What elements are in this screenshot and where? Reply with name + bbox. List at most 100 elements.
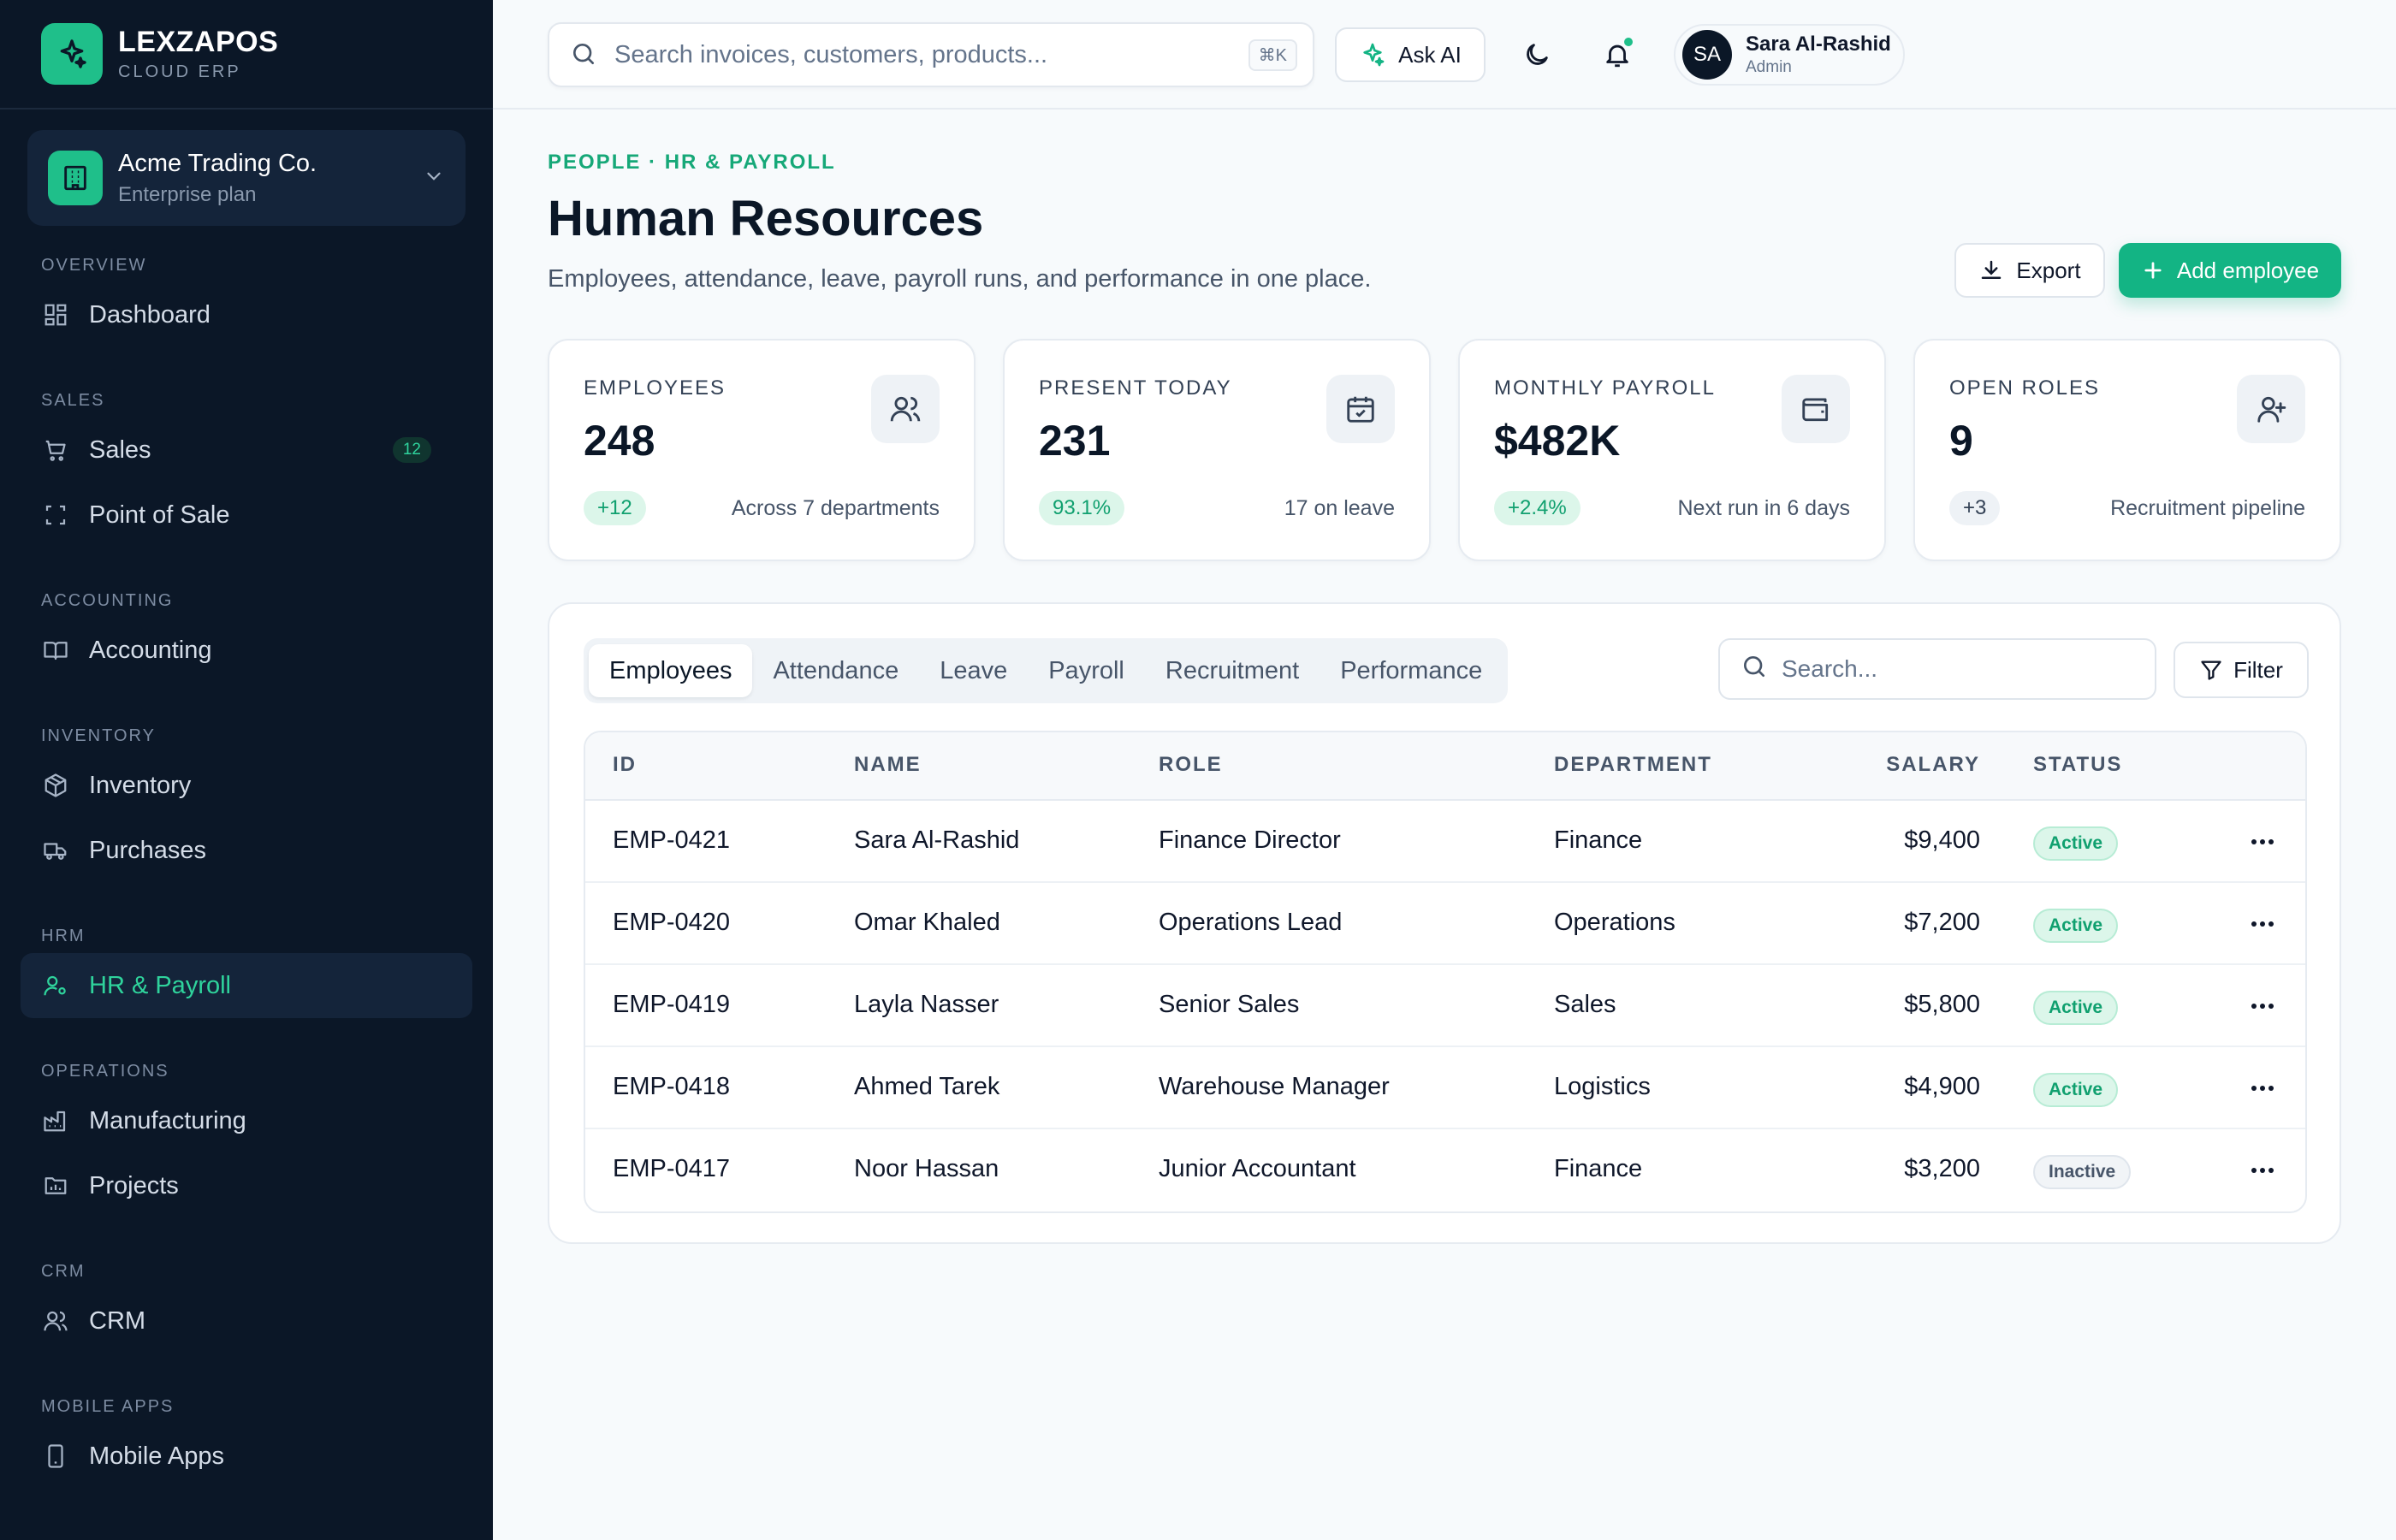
more-actions-icon[interactable] <box>2245 914 2280 934</box>
filter-icon <box>2201 660 2221 680</box>
sidebar-item-purchases[interactable]: Purchases <box>21 818 472 883</box>
cell-name: Noor Hassan <box>854 1155 999 1182</box>
kpi-note: Across 7 departments <box>731 496 940 520</box>
sidebar-item-accounting[interactable]: Accounting <box>21 618 472 683</box>
tab-payroll[interactable]: Payroll <box>1028 644 1145 697</box>
column-header-department[interactable]: DEPARTMENT <box>1554 753 1712 777</box>
sidebar-item-manufacturing[interactable]: Manufacturing <box>21 1088 472 1153</box>
sidebar-item-dashboard[interactable]: Dashboard <box>21 282 472 347</box>
org-name: Acme Trading Co. <box>118 149 317 177</box>
book-icon <box>41 636 70 665</box>
kpi-value: 231 <box>1039 417 1111 465</box>
kpi-label: PRESENT TODAY <box>1039 376 1232 400</box>
cell-salary: $4,900 <box>1904 1073 1980 1100</box>
more-actions-icon[interactable] <box>2245 1078 2280 1099</box>
topbar: Search invoices, customers, products... … <box>493 0 2396 110</box>
cell-id: EMP-0418 <box>613 1073 731 1100</box>
tab-performance[interactable]: Performance <box>1320 644 1503 697</box>
kpi-delta: +12 <box>584 491 646 525</box>
table-row[interactable]: EMP-0418 Ahmed Tarek Warehouse Manager L… <box>585 1047 2305 1129</box>
status-badge: Inactive <box>2033 1155 2132 1189</box>
kpi-value: $482K <box>1494 417 1621 465</box>
nav-section-sales: SALES <box>41 390 105 410</box>
wallet-icon <box>1782 375 1850 443</box>
ask-ai-button[interactable]: Ask AI <box>1335 27 1486 82</box>
nav-section-inventory: INVENTORY <box>41 726 156 745</box>
sidebar-item-label: Purchases <box>89 836 207 864</box>
column-header-name[interactable]: NAME <box>854 753 922 777</box>
kpi-note: Recruitment pipeline <box>2110 496 2305 520</box>
kpi-monthly-payroll: MONTHLY PAYROLL $482K +2.4% Next run in … <box>1458 339 1886 561</box>
filter-label: Filter <box>2233 656 2283 683</box>
cell-role: Warehouse Manager <box>1159 1073 1390 1100</box>
status-badge: Active <box>2033 826 2119 861</box>
org-switcher[interactable]: Acme Trading Co. Enterprise plan <box>27 130 466 226</box>
sidebar-item-label: HR & Payroll <box>89 971 231 999</box>
kpi-label: EMPLOYEES <box>584 376 727 400</box>
sidebar-nav: OVERVIEW Dashboard SALES Sales 12 Point … <box>0 248 493 1489</box>
sidebar-item-pos[interactable]: Point of Sale <box>21 483 472 548</box>
page-title: Human Resources <box>548 191 984 246</box>
column-header-status[interactable]: STATUS <box>2033 753 2122 777</box>
sidebar-item-label: Inventory <box>89 771 192 799</box>
filter-button[interactable]: Filter <box>2174 642 2309 698</box>
table-row[interactable]: EMP-0420 Omar Khaled Operations Lead Ope… <box>585 883 2305 965</box>
theme-toggle-button[interactable] <box>1516 34 1557 75</box>
factory-icon <box>41 1106 70 1135</box>
global-search-input[interactable]: Search invoices, customers, products... <box>614 41 1248 69</box>
sidebar-item-mobile-apps[interactable]: Mobile Apps <box>21 1424 472 1489</box>
status-badge: Active <box>2033 909 2119 943</box>
sidebar-item-label: Manufacturing <box>89 1106 246 1134</box>
brand-name: LEXZAPOS <box>118 26 279 58</box>
brand[interactable]: LEXZAPOS CLOUD ERP <box>0 0 493 110</box>
cell-name: Layla Nasser <box>854 991 999 1018</box>
export-label: Export <box>2016 257 2081 283</box>
table-row[interactable]: EMP-0417 Noor Hassan Junior Accountant F… <box>585 1129 2305 1211</box>
add-employee-label: Add employee <box>2176 257 2320 283</box>
cell-department: Operations <box>1554 909 1675 936</box>
kpi-present-today: PRESENT TODAY 231 93.1% 17 on leave <box>1003 339 1431 561</box>
cell-id: EMP-0417 <box>613 1155 731 1182</box>
kpi-delta: 93.1% <box>1039 491 1125 525</box>
tab-leave[interactable]: Leave <box>919 644 1028 697</box>
global-search[interactable]: Search invoices, customers, products... … <box>548 22 1314 87</box>
phone-icon <box>41 1442 70 1471</box>
kpi-value: 248 <box>584 417 655 465</box>
more-actions-icon[interactable] <box>2245 1160 2280 1181</box>
column-header-role[interactable]: ROLE <box>1159 753 1223 777</box>
sparkle-logo-icon <box>41 23 103 85</box>
tab-employees[interactable]: Employees <box>589 644 753 697</box>
brand-subtitle: CLOUD ERP <box>118 62 241 81</box>
sidebar-item-sales[interactable]: Sales 12 <box>21 418 472 483</box>
kpi-label: MONTHLY PAYROLL <box>1494 376 1716 400</box>
export-button[interactable]: Export <box>1954 243 2105 298</box>
table-header: ID NAME ROLE DEPARTMENT SALARY STATUS <box>585 732 2305 801</box>
calendar-check-icon <box>1326 375 1395 443</box>
search-icon <box>1741 653 1768 686</box>
sidebar-item-hr-payroll[interactable]: HR & Payroll <box>21 953 472 1018</box>
notifications-button[interactable] <box>1597 34 1638 75</box>
table-search-input[interactable]: Search... <box>1718 638 2156 700</box>
nav-section-operations: OPERATIONS <box>41 1061 169 1081</box>
plus-icon <box>2144 262 2162 279</box>
sidebar-item-inventory[interactable]: Inventory <box>21 753 472 818</box>
user-menu[interactable]: SA Sara Al-Rashid Admin <box>1674 24 1905 86</box>
more-actions-icon[interactable] <box>2245 832 2280 852</box>
sidebar-item-projects[interactable]: Projects <box>21 1153 472 1218</box>
more-actions-icon[interactable] <box>2245 996 2280 1016</box>
users-icon <box>871 375 940 443</box>
breadcrumb: PEOPLE · HR & PAYROLL <box>548 151 836 174</box>
add-employee-button[interactable]: Add employee <box>2119 243 2341 298</box>
cell-role: Senior Sales <box>1159 991 1300 1018</box>
table-row[interactable]: EMP-0421 Sara Al-Rashid Finance Director… <box>585 801 2305 883</box>
tab-attendance[interactable]: Attendance <box>752 644 919 697</box>
folder-chart-icon <box>41 1171 70 1200</box>
column-header-id[interactable]: ID <box>613 753 637 777</box>
table-row[interactable]: EMP-0419 Layla Nasser Senior Sales Sales… <box>585 965 2305 1047</box>
cell-salary: $7,200 <box>1904 909 1980 936</box>
org-plan: Enterprise plan <box>118 182 257 206</box>
column-header-salary[interactable]: SALARY <box>1886 753 1980 777</box>
sidebar-item-crm[interactable]: CRM <box>21 1288 472 1353</box>
download-icon <box>1982 260 2002 279</box>
tab-recruitment[interactable]: Recruitment <box>1145 644 1320 697</box>
